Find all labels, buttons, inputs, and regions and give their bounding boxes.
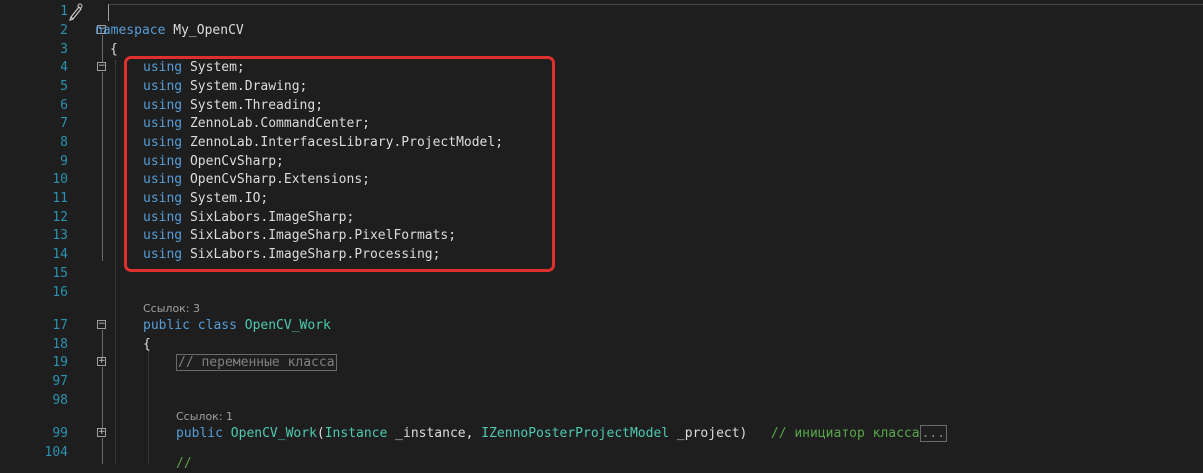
- line-number[interactable]: 10: [0, 170, 68, 189]
- collapsed-region[interactable]: // переменные класса: [176, 354, 337, 371]
- namespace-name: My_OpenCV: [165, 23, 244, 38]
- codelens-references[interactable]: Ссылок: 1: [176, 410, 233, 424]
- current-line-indicator: [108, 4, 1203, 21]
- keyword: public class: [143, 318, 237, 333]
- fold-guide: [102, 367, 103, 428]
- param-name: _instance,: [387, 426, 482, 441]
- line-number[interactable]: 3: [0, 40, 68, 59]
- highlight-box: [124, 56, 555, 272]
- pencil-icon[interactable]: [67, 3, 85, 21]
- line-number[interactable]: 13: [0, 226, 68, 245]
- class-name: OpenCV_Work: [244, 318, 331, 333]
- paren: (: [316, 426, 325, 441]
- line-number[interactable]: 15: [0, 264, 68, 283]
- line-number[interactable]: 11: [0, 189, 68, 208]
- line-number[interactable]: 97: [0, 372, 68, 391]
- keyword: namespace: [95, 23, 166, 38]
- line-number[interactable]: 19: [0, 353, 68, 372]
- line-number[interactable]: 8: [0, 133, 68, 152]
- code-line-namespace[interactable]: namespace My_OpenCV: [95, 21, 244, 40]
- code-line-brace[interactable]: {: [143, 335, 151, 354]
- line-number[interactable]: 14: [0, 245, 68, 264]
- param-name: _project): [669, 426, 748, 441]
- collapse-toggle[interactable]: −: [97, 320, 106, 329]
- line-number[interactable]: 98: [0, 391, 68, 410]
- line-number[interactable]: 7: [0, 114, 68, 133]
- line-number[interactable]: 5: [0, 77, 68, 96]
- fold-guide: [102, 330, 103, 357]
- line-number[interactable]: 1: [0, 2, 68, 21]
- code-line-class[interactable]: public class OpenCV_Work: [143, 316, 331, 335]
- line-number[interactable]: 12: [0, 208, 68, 227]
- indent-guide: [115, 60, 116, 464]
- indent-guide: [148, 350, 149, 464]
- code-line-brace[interactable]: {: [110, 40, 118, 59]
- fold-guide: [102, 72, 103, 261]
- line-number[interactable]: 16: [0, 283, 68, 302]
- expand-toggle[interactable]: +: [97, 428, 106, 437]
- code-comment: // инициатор класса: [770, 426, 920, 441]
- line-number[interactable]: 6: [0, 96, 68, 115]
- param-type: IZennoPosterProjectModel: [481, 426, 670, 441]
- codelens-references[interactable]: Ссылок: 3: [143, 302, 200, 316]
- param-type: Instance: [324, 426, 388, 441]
- line-number[interactable]: 17: [0, 316, 68, 335]
- keyword: public: [176, 426, 223, 441]
- line-number[interactable]: 18: [0, 335, 68, 354]
- line-number[interactable]: 104: [0, 443, 68, 462]
- collapse-toggle[interactable]: −: [97, 62, 106, 71]
- line-number[interactable]: 4: [0, 58, 68, 77]
- line-number[interactable]: 2: [0, 21, 68, 40]
- collapsed-body[interactable]: ...: [919, 425, 948, 442]
- code-line-constructor[interactable]: public OpenCV_Work(Instance _instance, I…: [176, 424, 948, 443]
- line-number[interactable]: 99: [0, 424, 68, 443]
- constructor-name: OpenCV_Work: [230, 426, 317, 441]
- line-number[interactable]: 9: [0, 152, 68, 171]
- fold-guide: [102, 438, 103, 464]
- expand-toggle[interactable]: +: [97, 357, 106, 366]
- code-line-region[interactable]: // переменные класса: [176, 353, 337, 372]
